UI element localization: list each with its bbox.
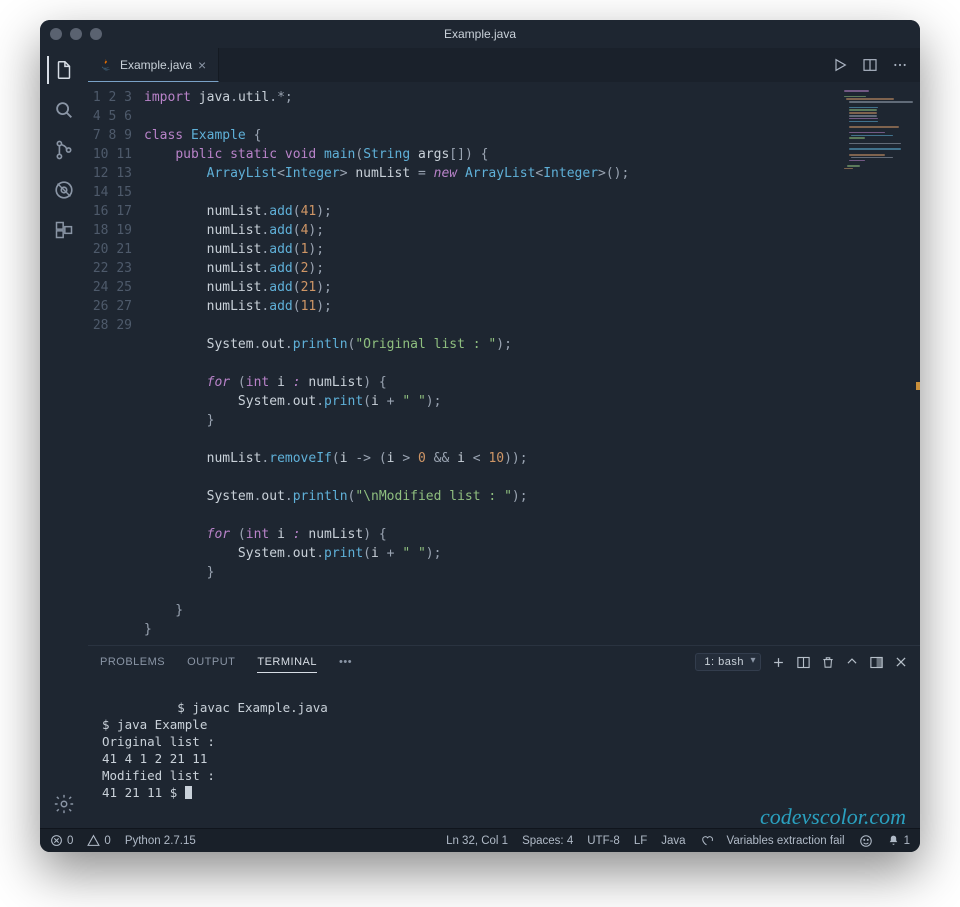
tab-label: Example.java <box>120 58 192 72</box>
tab-terminal[interactable]: TERMINAL <box>257 652 317 673</box>
status-eol[interactable]: LF <box>634 835 647 847</box>
explorer-icon[interactable] <box>47 56 79 84</box>
panel-layout-icon[interactable] <box>869 655 884 670</box>
status-position[interactable]: Ln 32, Col 1 <box>446 835 508 847</box>
status-python[interactable]: Python 2.7.15 <box>125 835 196 847</box>
maximize-panel-icon[interactable] <box>845 655 859 669</box>
close-panel-icon[interactable] <box>894 655 908 669</box>
kill-terminal-icon[interactable] <box>821 655 835 670</box>
close-icon[interactable]: × <box>198 58 206 72</box>
tab-example-java[interactable]: Example.java × <box>88 48 219 82</box>
bottom-panel: PROBLEMS OUTPUT TERMINAL ••• 1: bash <box>88 645 920 828</box>
tab-bar: Example.java × <box>88 48 920 82</box>
activity-bar <box>40 48 88 828</box>
java-file-icon <box>100 58 114 72</box>
overview-ruler-mark <box>916 382 920 390</box>
debug-icon[interactable] <box>50 176 78 204</box>
status-language[interactable]: Java <box>661 835 685 847</box>
settings-gear-icon[interactable] <box>50 790 78 818</box>
terminal-select[interactable]: 1: bash <box>695 653 761 671</box>
watermark: codevscolor.com <box>760 808 906 825</box>
search-icon[interactable] <box>50 96 78 124</box>
status-spaces[interactable]: Spaces: 4 <box>522 835 573 847</box>
tab-output[interactable]: OUTPUT <box>187 652 235 672</box>
run-icon[interactable] <box>832 57 848 73</box>
status-bar: 0 0 Python 2.7.15 Ln 32, Col 1 Spaces: 4… <box>40 828 920 852</box>
status-errors[interactable]: 0 <box>50 834 73 847</box>
status-feedback-icon[interactable] <box>700 834 713 847</box>
window-title: Example.java <box>40 27 920 41</box>
source-control-icon[interactable] <box>50 136 78 164</box>
code-area[interactable]: import java.util.*; class Example { publ… <box>142 82 920 645</box>
status-warnings[interactable]: 0 <box>87 834 110 847</box>
extensions-icon[interactable] <box>50 216 78 244</box>
tab-more-icon[interactable]: ••• <box>339 652 352 672</box>
status-bell[interactable]: 1 <box>887 834 910 847</box>
split-editor-icon[interactable] <box>862 57 878 73</box>
tab-problems[interactable]: PROBLEMS <box>100 652 165 672</box>
status-smiley-icon[interactable] <box>859 834 873 848</box>
vscode-window: Example.java <box>40 20 920 852</box>
terminal-output[interactable]: $ javac Example.java $ java Example Orig… <box>88 678 920 828</box>
status-encoding[interactable]: UTF-8 <box>587 835 620 847</box>
line-gutter: 1 2 3 4 5 6 7 8 9 10 11 12 13 14 15 16 1… <box>88 82 142 645</box>
split-terminal-icon[interactable] <box>796 655 811 670</box>
new-terminal-icon[interactable] <box>771 655 786 670</box>
more-icon[interactable] <box>892 57 908 73</box>
editor[interactable]: 1 2 3 4 5 6 7 8 9 10 11 12 13 14 15 16 1… <box>88 82 920 645</box>
titlebar[interactable]: Example.java <box>40 20 920 48</box>
status-extract[interactable]: Variables extraction fail <box>727 835 845 847</box>
